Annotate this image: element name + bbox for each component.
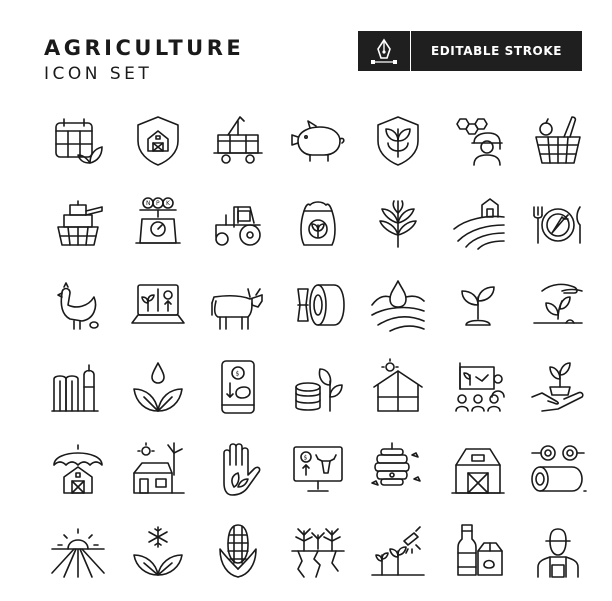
- corn-cob-icon: [219, 524, 257, 578]
- shield-barn-icon: [137, 116, 179, 166]
- hand-leaf-icon: [223, 443, 261, 496]
- picnic-basket-icon: [535, 116, 581, 164]
- water-drop-leaves-icon: [133, 362, 183, 412]
- sunrise-field-icon: [51, 528, 105, 578]
- hay-rolls-icon: [531, 445, 587, 492]
- npk-scale-icon: N P K: [135, 197, 181, 244]
- hand-plant-icon: [531, 362, 584, 412]
- plate-carrot-icon: [533, 206, 581, 244]
- wheat-plant-icon: [379, 200, 417, 248]
- combine-harvester-icon: [57, 200, 103, 246]
- milk-bottles-icon: [457, 524, 503, 576]
- monitor-cattle-price-icon: $: [293, 446, 343, 492]
- hen-egg-icon: [57, 282, 99, 330]
- farmer-icon: [537, 528, 579, 578]
- dollar-symbol: $: [236, 371, 240, 378]
- umbrella-barn-icon: [53, 444, 103, 494]
- farm-presentation-icon: [455, 362, 505, 412]
- drought-crops-icon: [291, 528, 345, 578]
- barn-windmill-sun-icon: [133, 442, 185, 494]
- editable-stroke-badge: EDITABLE STROKE: [358, 31, 582, 71]
- npk-letter: N: [146, 200, 151, 207]
- snowflake-leaves-icon: [133, 526, 183, 576]
- npk-letter: K: [166, 200, 171, 207]
- coins-plant-icon: [295, 368, 343, 412]
- pen-nib-icon: [358, 31, 410, 71]
- dollar-symbol: $: [304, 455, 308, 462]
- phone-money-pig-icon: $: [221, 360, 255, 414]
- barn-icon: [451, 448, 505, 494]
- barn-hill-fields-icon: [453, 198, 505, 250]
- editable-stroke-label: EDITABLE STROKE: [430, 44, 563, 58]
- beehive-icon: [371, 442, 421, 486]
- page-subtitle: ICON SET: [44, 64, 153, 84]
- greenhouse-sun-icon: [373, 358, 423, 412]
- hay-bale-icon: [297, 284, 345, 326]
- shield-plant-icon: [377, 116, 419, 166]
- tractor-icon: [215, 206, 261, 246]
- pig-icon: [291, 120, 345, 162]
- grain-silos-icon: [51, 364, 99, 412]
- cow-icon: [211, 288, 263, 330]
- irrigation-sprinkler-icon: [371, 526, 425, 576]
- fertilizer-sack-icon: [300, 201, 336, 246]
- hand-seedling-icon: [533, 283, 583, 324]
- icon-grid: N P K $ $: [38, 100, 598, 592]
- mine-cart-icon: [213, 116, 263, 164]
- beekeeper-icon: [456, 118, 503, 166]
- calendar-leaf-icon: [55, 118, 103, 164]
- page-title: AGRICULTURE: [44, 36, 245, 60]
- npk-letter: P: [156, 200, 160, 207]
- water-drop-fields-icon: [371, 280, 425, 332]
- laptop-plant-growth-icon: [131, 284, 185, 324]
- seedling-icon: [461, 286, 495, 326]
